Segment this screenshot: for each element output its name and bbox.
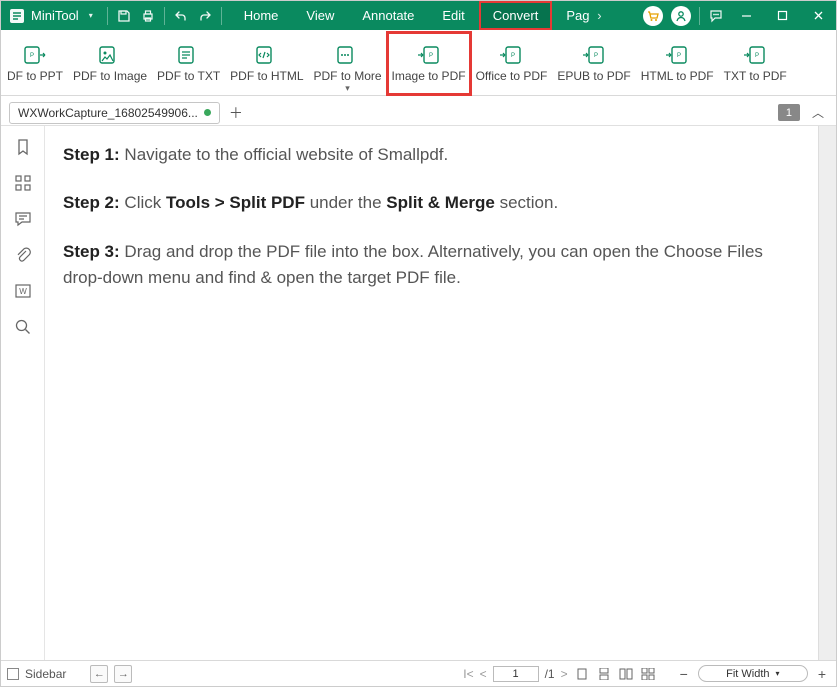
left-toolbar: W bbox=[1, 126, 45, 660]
page-area[interactable]: Step 1: Navigate to the official website… bbox=[45, 126, 818, 660]
menu-page[interactable]: Pag bbox=[552, 1, 591, 30]
ribbon-pdf-to-ppt[interactable]: P DF to PPT bbox=[3, 34, 67, 91]
step-3: Step 3: Drag and drop the PDF file into … bbox=[63, 239, 800, 292]
ribbon-convert: P DF to PPT PDF to Image PDF to TXT PDF … bbox=[1, 30, 836, 96]
menu-scroll-right-icon[interactable]: › bbox=[591, 1, 607, 30]
step-1: Step 1: Navigate to the official website… bbox=[63, 142, 800, 168]
undo-icon[interactable] bbox=[169, 1, 193, 30]
svg-text:P: P bbox=[511, 53, 515, 59]
svg-text:W: W bbox=[19, 287, 27, 296]
new-tab-button[interactable]: ＋ bbox=[226, 103, 246, 123]
svg-text:P: P bbox=[677, 53, 681, 59]
thumbnails-icon[interactable] bbox=[12, 172, 34, 194]
chevron-down-icon: ▾ bbox=[776, 669, 780, 678]
svg-text:P: P bbox=[30, 53, 34, 59]
menu-convert[interactable]: Convert bbox=[479, 1, 553, 30]
view-single-icon[interactable] bbox=[574, 667, 590, 681]
menu-annotate[interactable]: Annotate bbox=[348, 1, 428, 30]
search-icon[interactable] bbox=[12, 316, 34, 338]
svg-text:P: P bbox=[594, 53, 598, 59]
page-count-badge: 1 bbox=[778, 104, 800, 121]
vertical-scrollbar[interactable] bbox=[818, 126, 836, 660]
redo-icon[interactable] bbox=[193, 1, 217, 30]
zoom-select[interactable]: Fit Width ▾ bbox=[698, 665, 808, 682]
ribbon-epub-to-pdf[interactable]: P EPUB to PDF bbox=[553, 34, 634, 91]
close-button[interactable] bbox=[800, 1, 836, 30]
sidebar-label[interactable]: Sidebar bbox=[25, 667, 66, 681]
svg-text:P: P bbox=[755, 53, 759, 59]
app-name: MiniTool bbox=[31, 8, 79, 23]
zoom-out-button[interactable]: − bbox=[676, 666, 692, 682]
main-menu: Home View Annotate Edit Convert Pag › bbox=[230, 1, 608, 30]
prev-page-icon[interactable]: < bbox=[480, 667, 487, 681]
menu-view[interactable]: View bbox=[292, 1, 348, 30]
document-page: Step 1: Navigate to the official website… bbox=[45, 126, 818, 660]
ribbon-office-to-pdf[interactable]: P Office to PDF bbox=[472, 34, 552, 91]
modified-indicator-icon bbox=[204, 109, 211, 116]
ribbon-html-to-pdf[interactable]: P HTML to PDF bbox=[637, 34, 718, 91]
zoom-in-button[interactable]: + bbox=[814, 666, 830, 682]
page-number-input[interactable] bbox=[493, 666, 539, 682]
document-tabs: WXWorkCapture_16802549906... ＋ 1 ︿ bbox=[1, 96, 836, 126]
title-bar: MiniTool ▾ Home View Annotate Edit Conve… bbox=[1, 1, 836, 30]
svg-text:P: P bbox=[429, 53, 433, 59]
ribbon-image-to-pdf[interactable]: P Image to PDF bbox=[388, 34, 470, 91]
status-bar: Sidebar ← → I< < /1 > − Fit Width ▾ + bbox=[1, 660, 836, 686]
feedback-icon[interactable] bbox=[704, 1, 728, 30]
separator bbox=[107, 7, 108, 25]
ribbon-txt-to-pdf[interactable]: P TXT to PDF bbox=[720, 34, 791, 91]
prev-nav-button[interactable]: ← bbox=[90, 665, 108, 683]
document-tab[interactable]: WXWorkCapture_16802549906... bbox=[9, 102, 220, 124]
maximize-button[interactable] bbox=[764, 1, 800, 30]
view-grid-icon[interactable] bbox=[640, 667, 656, 681]
cart-icon[interactable] bbox=[643, 6, 663, 26]
page-total: /1 bbox=[545, 667, 555, 681]
first-page-icon[interactable]: I< bbox=[463, 667, 473, 681]
separator bbox=[699, 7, 700, 25]
document-tab-name: WXWorkCapture_16802549906... bbox=[18, 106, 198, 120]
sidebar-toggle-icon[interactable] bbox=[7, 668, 19, 680]
app-menu-caret[interactable]: ▾ bbox=[85, 11, 97, 20]
next-page-icon[interactable]: > bbox=[561, 667, 568, 681]
account-icon[interactable] bbox=[671, 6, 691, 26]
menu-edit[interactable]: Edit bbox=[428, 1, 478, 30]
separator bbox=[221, 7, 222, 25]
minimize-button[interactable] bbox=[728, 1, 764, 30]
separator bbox=[164, 7, 165, 25]
view-two-page-icon[interactable] bbox=[618, 667, 634, 681]
word-export-icon[interactable]: W bbox=[12, 280, 34, 302]
collapse-ribbon-icon[interactable]: ︿ bbox=[808, 104, 828, 121]
ribbon-pdf-to-txt[interactable]: PDF to TXT bbox=[153, 34, 224, 91]
ribbon-pdf-to-html[interactable]: PDF to HTML bbox=[226, 34, 307, 91]
workspace: W Step 1: Navigate to the official websi… bbox=[1, 126, 836, 660]
print-icon[interactable] bbox=[136, 1, 160, 30]
next-nav-button[interactable]: → bbox=[114, 665, 132, 683]
save-icon[interactable] bbox=[112, 1, 136, 30]
titlebar-right bbox=[639, 1, 836, 30]
menu-home[interactable]: Home bbox=[230, 1, 293, 30]
ribbon-pdf-to-more[interactable]: PDF to More bbox=[310, 34, 386, 91]
ribbon-pdf-to-image[interactable]: PDF to Image bbox=[69, 34, 151, 91]
comments-icon[interactable] bbox=[12, 208, 34, 230]
app-logo[interactable]: MiniTool ▾ bbox=[1, 1, 103, 30]
step-2: Step 2: Click Tools > Split PDF under th… bbox=[63, 190, 800, 216]
attachments-icon[interactable] bbox=[12, 244, 34, 266]
logo-icon bbox=[9, 8, 25, 24]
bookmark-icon[interactable] bbox=[12, 136, 34, 158]
view-continuous-icon[interactable] bbox=[596, 667, 612, 681]
